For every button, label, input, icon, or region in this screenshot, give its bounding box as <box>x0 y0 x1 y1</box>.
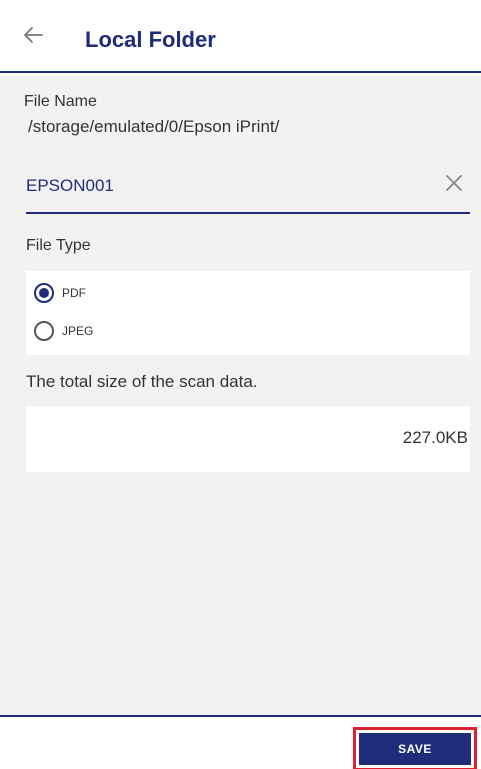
main-content: File Name /storage/emulated/0/Epson iPri… <box>0 75 481 715</box>
back-button[interactable] <box>22 24 62 54</box>
close-icon <box>440 175 468 201</box>
bottom-bar: SAVE <box>0 715 481 769</box>
file-type-options: PDF JPEG <box>26 271 470 355</box>
save-button[interactable]: SAVE <box>359 733 471 765</box>
file-path: /storage/emulated/0/Epson iPrint/ <box>28 117 280 136</box>
arrow-left-icon <box>22 24 62 46</box>
file-name-field <box>26 161 470 214</box>
file-type-label: File Type <box>26 237 91 254</box>
radio-option-pdf[interactable]: PDF <box>34 281 86 305</box>
file-name-label: File Name <box>24 93 97 110</box>
radio-option-jpeg[interactable]: JPEG <box>34 319 93 343</box>
app-bar: Local Folder <box>0 0 481 73</box>
scan-size-label: The total size of the scan data. <box>26 372 258 391</box>
radio-label-jpeg: JPEG <box>62 324 94 338</box>
save-button-highlight: SAVE <box>353 727 477 769</box>
radio-unchecked-icon[interactable] <box>34 321 54 341</box>
radio-label-pdf: PDF <box>62 286 86 300</box>
page-title: Local Folder <box>85 27 216 52</box>
file-name-input[interactable] <box>26 171 406 201</box>
clear-button[interactable] <box>440 169 468 197</box>
scan-size-panel: 227.0KB <box>26 406 470 472</box>
scan-size-value: 227.0KB <box>402 428 468 447</box>
radio-checked-icon[interactable] <box>34 283 54 303</box>
